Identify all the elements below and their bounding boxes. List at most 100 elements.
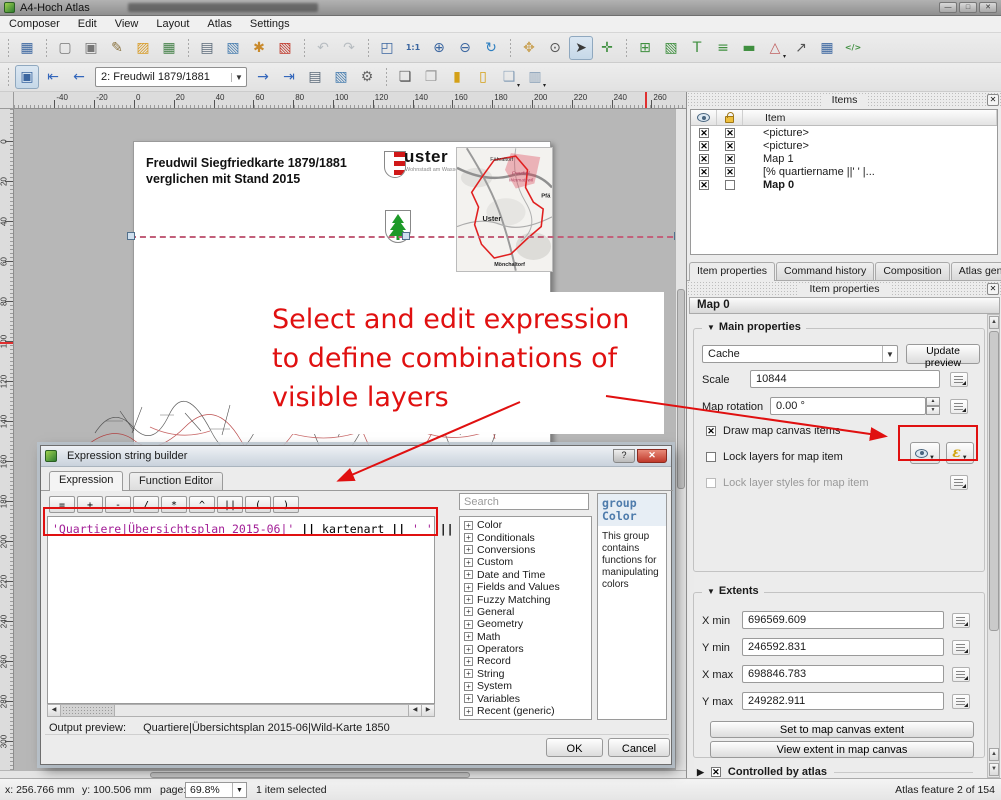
dialog-help-button[interactable]: ? — [613, 449, 635, 463]
dialog-close-button[interactable]: ✕ — [637, 449, 667, 463]
chevron-down-icon[interactable]: ▼ — [232, 783, 246, 797]
expand-plus-icon[interactable]: + — [464, 620, 473, 629]
close-button[interactable]: ✕ — [979, 2, 997, 13]
add-attribute-table-button[interactable]: ▦ — [815, 36, 839, 60]
tab-function-editor[interactable]: Function Editor — [129, 472, 223, 491]
zoom-tool-button[interactable]: ⊙ — [543, 36, 567, 60]
scroll-up-icon[interactable]: ▲ — [989, 316, 999, 329]
rotation-spinner[interactable]: ▲▼ — [926, 397, 940, 415]
atlas-preview-button[interactable]: ▣ — [15, 65, 39, 89]
expand-plus-icon[interactable]: + — [464, 558, 473, 567]
visibility-checkbox[interactable]: ✕ — [699, 180, 709, 190]
data-defined-rotation-icon[interactable] — [950, 399, 968, 414]
unlock-items-button[interactable]: ▯ — [471, 65, 495, 89]
composer-manager-button[interactable]: ✎ — [105, 36, 129, 60]
function-group-string[interactable]: +String — [460, 668, 591, 680]
menu-layout[interactable]: Layout — [147, 17, 198, 31]
minimize-button[interactable]: — — [939, 2, 957, 13]
main-properties-title[interactable]: ▼Main properties — [702, 321, 806, 333]
function-group-operators[interactable]: +Operators — [460, 643, 591, 655]
lock-checkbox[interactable]: ✕ — [725, 167, 735, 177]
operator-button-([interactable]: ( — [245, 496, 271, 513]
function-group-conditionals[interactable]: +Conditionals — [460, 531, 591, 543]
data-defined-extent-icon[interactable] — [952, 667, 970, 682]
function-group-color[interactable]: +Color — [460, 519, 591, 531]
open-composition-button[interactable]: ▨ — [131, 36, 155, 60]
tab-composition[interactable]: Composition — [875, 262, 949, 280]
operator-button-^[interactable]: ^ — [189, 496, 215, 513]
items-table-row[interactable]: ✕Map 0 — [691, 178, 997, 191]
duplicate-composition-button[interactable]: ▣ — [79, 36, 103, 60]
menu-edit[interactable]: Edit — [69, 17, 106, 31]
items-table-row[interactable]: ✕✕<picture> — [691, 126, 997, 139]
move-item-content-button[interactable]: ✛ — [595, 36, 619, 60]
export-atlas-button[interactable]: ▧ — [329, 65, 353, 89]
zoom-level-combo[interactable]: 69.8% ▼ — [185, 782, 247, 798]
menu-view[interactable]: View — [106, 17, 148, 31]
layer-expression-button[interactable]: ε▼ — [946, 442, 974, 464]
expand-plus-icon[interactable]: + — [464, 669, 473, 678]
operator-button-*[interactable]: * — [161, 496, 187, 513]
scroll-down-icon[interactable]: ▼ — [989, 763, 999, 776]
expand-arrow-icon[interactable]: ▶ — [697, 767, 704, 778]
save-project-button[interactable]: ▦ — [15, 36, 39, 60]
raise-items-button[interactable]: ❑▾ — [497, 65, 521, 89]
function-search-input[interactable] — [459, 493, 589, 510]
add-html-button[interactable]: </> — [841, 36, 865, 60]
add-label-button[interactable]: T — [685, 36, 709, 60]
expression-textarea[interactable]: 'Quartiere|Übersichtsplan 2015-06|' || k… — [47, 516, 435, 704]
tab-expression[interactable]: Expression — [49, 471, 123, 491]
expand-plus-icon[interactable]: + — [464, 632, 473, 641]
function-group-fuzzy-matching[interactable]: +Fuzzy Matching — [460, 593, 591, 605]
zoom-out-button[interactable]: ⊖ — [453, 36, 477, 60]
refresh-view-button[interactable]: ↻ — [479, 36, 503, 60]
add-shape-button[interactable]: △▾ — [763, 36, 787, 60]
map-title-label[interactable]: Freudwil Siegfriedkarte 1879/1881 vergli… — [146, 155, 347, 187]
print-button[interactable]: ▤ — [195, 36, 219, 60]
tab-atlas-generation[interactable]: Atlas generation — [951, 262, 1001, 280]
cancel-button[interactable]: Cancel — [608, 738, 670, 757]
expand-plus-icon[interactable]: + — [464, 694, 473, 703]
selection-handle[interactable] — [127, 232, 135, 240]
scroll-left-icon[interactable]: ◀ — [408, 705, 421, 716]
expand-plus-icon[interactable]: + — [464, 521, 473, 530]
print-atlas-button[interactable]: ▤ — [303, 65, 327, 89]
expand-plus-icon[interactable]: + — [464, 657, 473, 666]
menu-composer[interactable]: Composer — [0, 17, 69, 31]
map-rotation-field[interactable]: 0.00 ° — [770, 397, 926, 415]
atlas-settings-button[interactable]: ⚙ — [355, 65, 379, 89]
tab-command-history[interactable]: Command history — [776, 262, 874, 280]
chevron-down-icon[interactable]: ▼ — [882, 346, 897, 362]
expand-plus-icon[interactable]: + — [464, 533, 473, 542]
properties-scrollbar[interactable]: ▲ ▲ ▼ — [987, 314, 1000, 778]
add-scalebar-button[interactable]: ▬ — [737, 36, 761, 60]
add-image-button[interactable]: ▧ — [659, 36, 683, 60]
atlas-feature-combo[interactable]: 2: Freudwil 1879/1881▼ — [95, 67, 247, 87]
data-defined-extent-icon[interactable] — [952, 694, 970, 709]
draw-canvas-items-checkbox[interactable]: ✕ Draw map canvas items — [706, 425, 840, 437]
data-defined-extent-icon[interactable] — [952, 613, 970, 628]
scroll-up-icon[interactable]: ▲ — [989, 748, 999, 761]
y-min-field[interactable]: 246592.831 — [742, 638, 944, 656]
operator-button-concat[interactable]: || — [217, 496, 243, 513]
operator-button-/[interactable]: / — [133, 496, 159, 513]
overview-map-picture[interactable]: Fähraltorf Freudwil Wermatswil Uster Mön… — [456, 147, 553, 272]
items-table-row[interactable]: ✕✕Map 1 — [691, 152, 997, 165]
canvas-vertical-scrollbar[interactable] — [675, 109, 686, 770]
scroll-left-icon[interactable]: ◀ — [48, 705, 61, 716]
x-min-field[interactable]: 696569.609 — [742, 611, 944, 629]
lock-checkbox[interactable]: ✕ — [725, 154, 735, 164]
section-controlled-by-atlas[interactable]: ▶✕Controlled by atlas — [697, 766, 973, 778]
save-as-button[interactable]: ▦ — [157, 36, 181, 60]
atlas-next-feature-button[interactable]: → — [251, 65, 275, 89]
selection-handle[interactable] — [402, 232, 410, 240]
ok-button[interactable]: OK — [546, 738, 603, 757]
function-group-recent-generic[interactable]: +Recent (generic) — [460, 705, 591, 717]
lock-checkbox[interactable]: ✕ — [725, 128, 735, 138]
function-group-geometry[interactable]: +Geometry — [460, 618, 591, 630]
dialog-titlebar[interactable]: Expression string builder ? ✕ — [41, 446, 671, 467]
tab-item-properties[interactable]: Item properties — [689, 262, 775, 281]
set-to-canvas-extent-button[interactable]: Set to map canvas extent — [710, 721, 974, 738]
scroll-thumb[interactable] — [61, 705, 115, 716]
view-extent-button[interactable]: View extent in map canvas — [710, 741, 974, 758]
